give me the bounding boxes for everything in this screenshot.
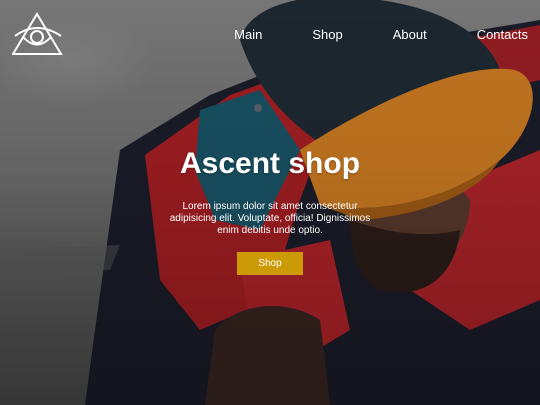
main-nav: Main Shop About Contacts [234,26,528,44]
hero-description: Lorem ipsum dolor sit amet consectetur a… [169,201,371,236]
nav-item-contacts[interactable]: Contacts [477,26,528,44]
hero-section: Main Shop About Contacts Ascent shop Lor… [0,0,540,405]
nav-item-about[interactable]: About [393,26,427,44]
hero-content: Ascent shop Lorem ipsum dolor sit amet c… [0,145,540,275]
shop-button[interactable]: Shop [237,252,303,275]
hero-title: Ascent shop [179,147,361,180]
nav-item-shop[interactable]: Shop [312,26,342,44]
eye-triangle-icon[interactable] [11,12,64,56]
nav-item-main[interactable]: Main [234,26,262,44]
